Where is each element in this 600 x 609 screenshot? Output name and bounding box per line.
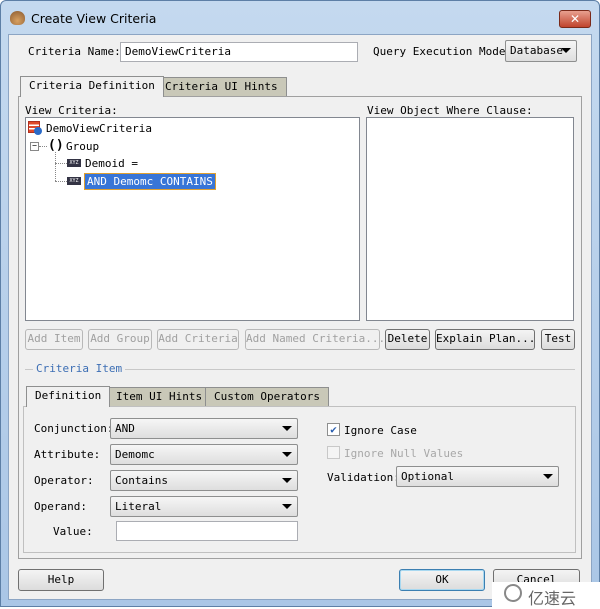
view-criteria-label: View Criteria: (25, 104, 118, 117)
operator-value: Contains (115, 474, 168, 487)
tab-item-ui-hints[interactable]: Item UI Hints (107, 387, 212, 407)
watermark-text: 亿速云 (528, 589, 577, 608)
tree-group[interactable]: Group (66, 140, 99, 153)
operand-value: Literal (115, 500, 162, 513)
add-named-criteria-button[interactable]: Add Named Criteria... (245, 329, 385, 350)
binoculars-icon (34, 127, 42, 135)
tree-line (55, 181, 67, 182)
criteria-item-title: Criteria Item (33, 362, 126, 375)
operand-label: Operand: (34, 500, 87, 513)
validation-select[interactable]: Optional (396, 466, 559, 487)
ignore-case-label: Ignore Case (344, 424, 417, 437)
value-input[interactable] (116, 521, 298, 541)
validation-value: Optional (401, 470, 454, 483)
add-criteria-button[interactable]: Add Criteria (157, 329, 239, 350)
chevron-down-icon (282, 452, 292, 457)
watermark-logo-icon (504, 584, 522, 602)
chevron-down-icon (543, 474, 553, 479)
criteria-name-input[interactable]: DemoViewCriteria (120, 42, 358, 62)
attribute-label: Attribute: (34, 448, 101, 461)
watermark: 亿速云 (492, 582, 600, 608)
ignore-null-label: Ignore Null Values (344, 447, 464, 460)
tab-criteria-ui-hints[interactable]: Criteria UI Hints (156, 77, 287, 97)
tab-criteria-definition[interactable]: Criteria Definition (20, 76, 164, 97)
view-criteria-tree[interactable]: DemoViewCriteria − () Group XYZ Demoid =… (25, 117, 360, 321)
collapse-icon[interactable]: − (30, 142, 39, 151)
xyz-icon: XYZ (67, 159, 81, 167)
explain-plan-button[interactable]: Explain Plan... (435, 329, 535, 350)
conjunction-value: AND (115, 422, 135, 435)
xyz-icon: XYZ (67, 177, 81, 185)
operator-select[interactable]: Contains (110, 470, 298, 491)
test-button[interactable]: Test (541, 329, 575, 350)
tab-custom-operators[interactable]: Custom Operators (205, 387, 329, 407)
tree-line (55, 163, 67, 164)
chevron-down-icon (282, 478, 292, 483)
attribute-select[interactable]: Demomc (110, 444, 298, 465)
close-button[interactable]: ✕ (559, 10, 591, 28)
delete-button[interactable]: Delete (385, 329, 430, 350)
chevron-down-icon (282, 504, 292, 509)
tree-line (39, 146, 47, 147)
add-group-button[interactable]: Add Group (88, 329, 152, 350)
tab-definition[interactable]: Definition (26, 386, 111, 407)
value-label: Value: (53, 525, 93, 538)
app-icon (10, 11, 25, 25)
ignore-case-checkbox[interactable]: ✔ (327, 423, 340, 436)
chevron-down-icon (282, 426, 292, 431)
tree-item[interactable]: Demoid = (85, 157, 138, 170)
where-clause-box (366, 117, 574, 321)
conjunction-label: Conjunction: (34, 422, 114, 435)
validation-label: Validation: (327, 471, 400, 484)
operator-label: Operator: (34, 474, 94, 487)
ok-button[interactable]: OK (399, 569, 485, 591)
help-button[interactable]: Help (18, 569, 104, 591)
window-title: Create View Criteria (31, 11, 157, 26)
conjunction-select[interactable]: AND (110, 418, 298, 439)
query-mode-value: Database (510, 44, 563, 57)
add-item-button[interactable]: Add Item (25, 329, 83, 350)
group-parens-icon: () (48, 138, 64, 153)
tree-root[interactable]: DemoViewCriteria (46, 122, 152, 135)
where-clause-label: View Object Where Clause: (367, 104, 533, 117)
attribute-value: Demomc (115, 448, 155, 461)
query-mode-select[interactable]: Database (505, 40, 577, 62)
title-bar: Create View Criteria ✕ (1, 1, 599, 35)
tree-item-selected[interactable]: AND Demomc CONTAINS (84, 173, 216, 190)
chevron-down-icon (561, 48, 571, 53)
criteria-name-label: Criteria Name: (28, 45, 121, 58)
ignore-null-checkbox[interactable] (327, 446, 340, 459)
operand-select[interactable]: Literal (110, 496, 298, 517)
tree-line (55, 152, 56, 181)
query-mode-label: Query Execution Mode: (373, 45, 513, 58)
